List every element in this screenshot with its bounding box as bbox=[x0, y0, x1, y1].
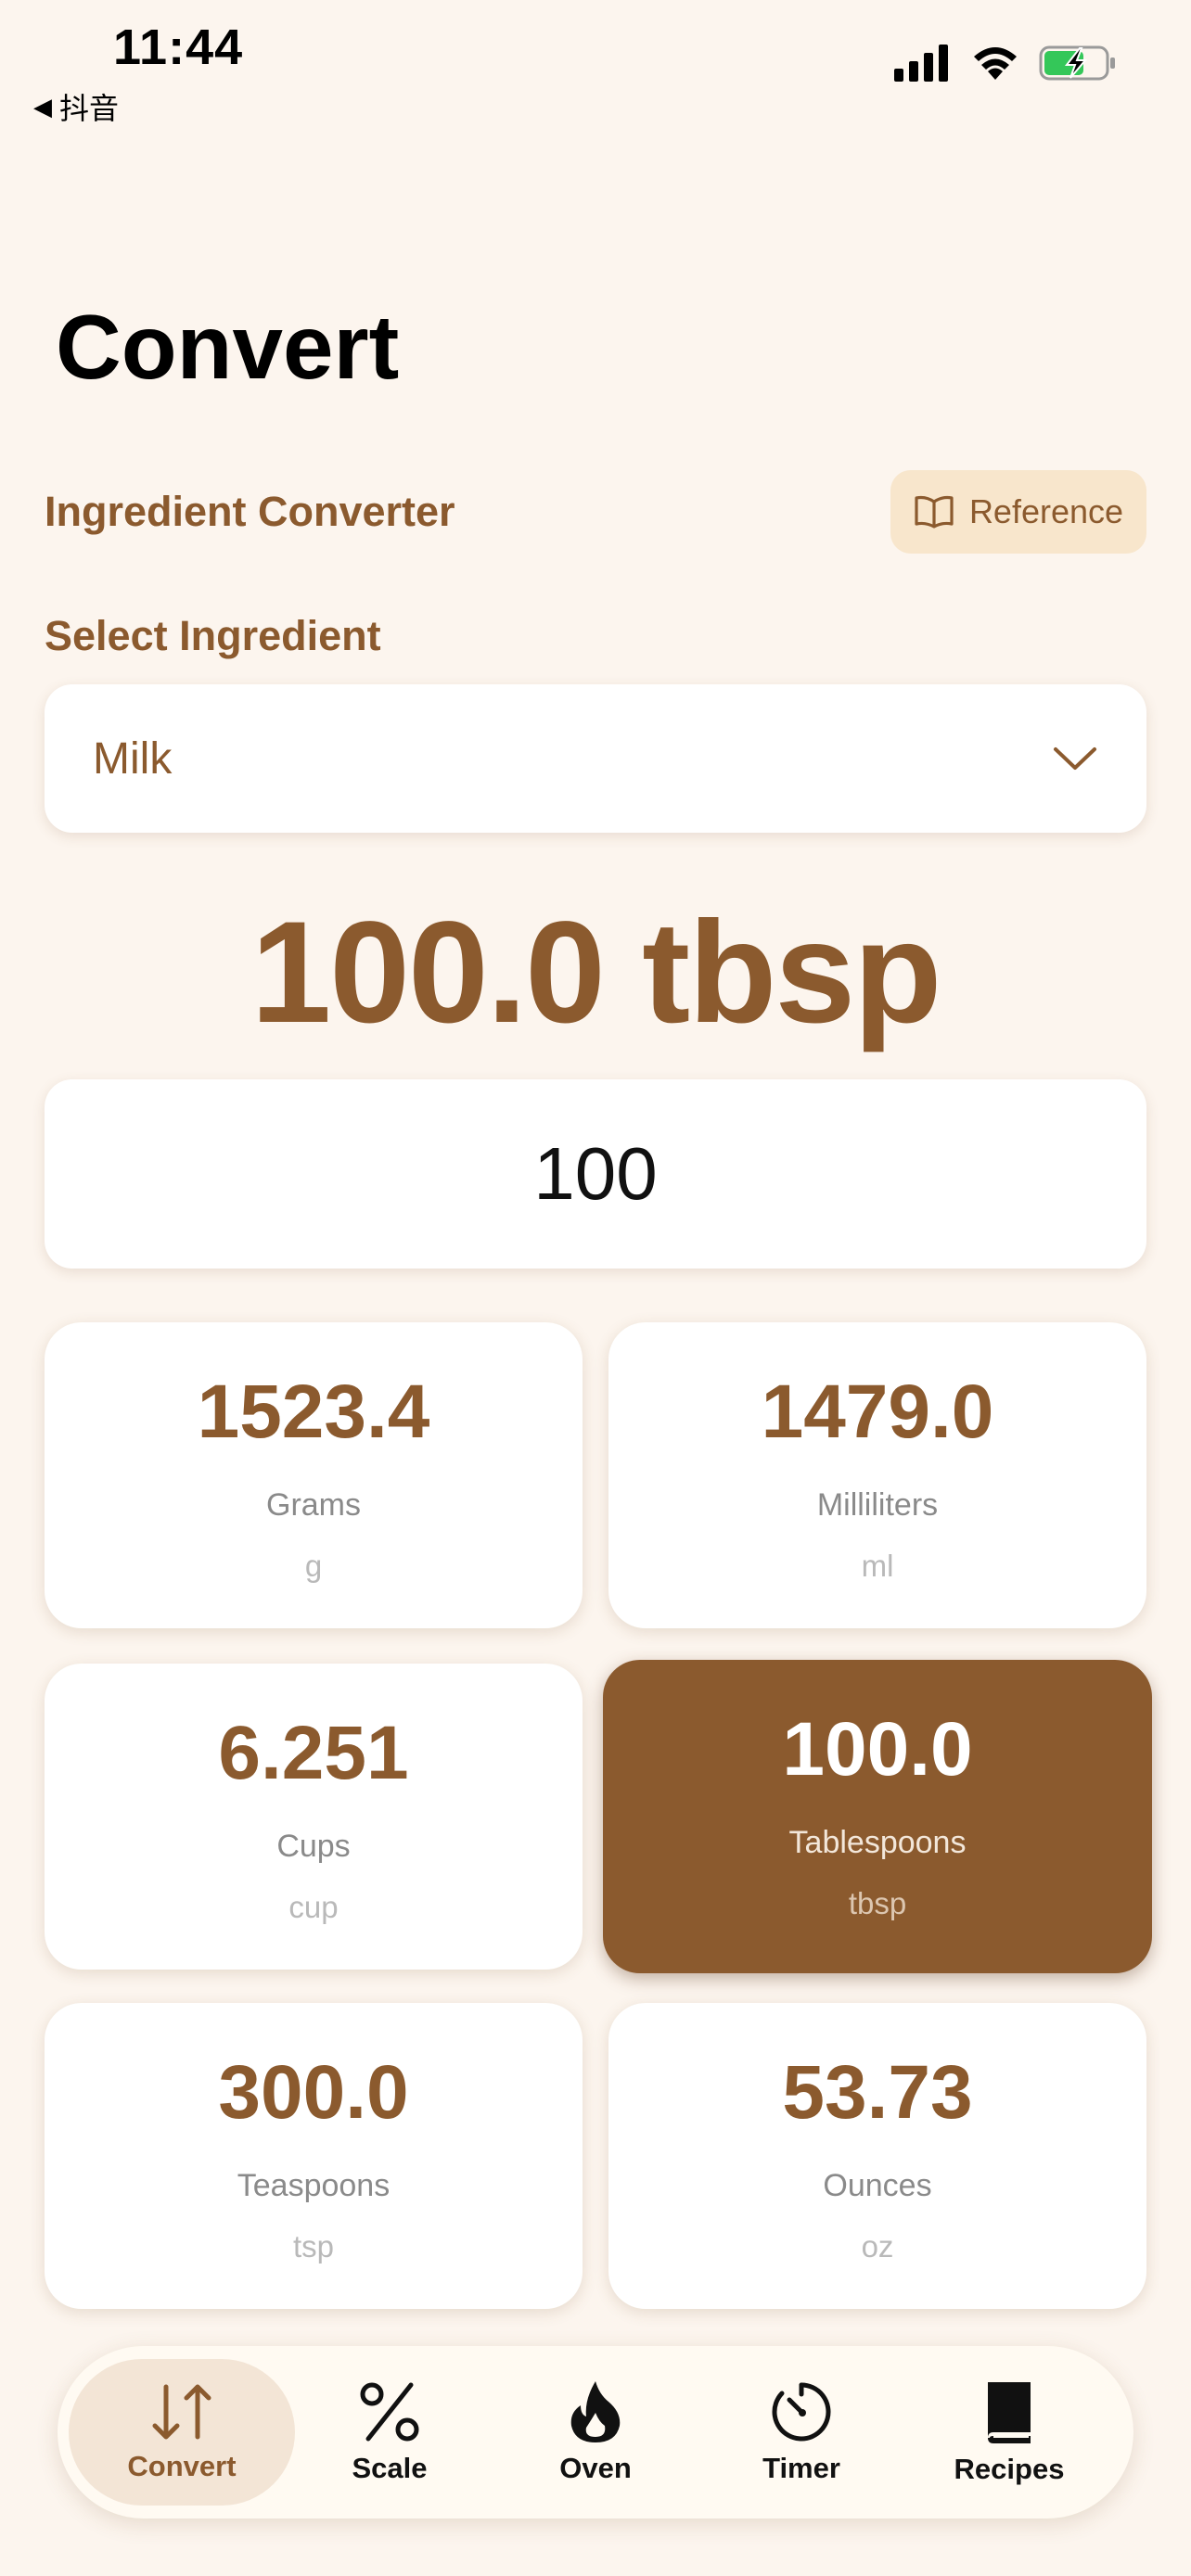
unit-card-milliliters[interactable]: 1479.0 Milliliters ml bbox=[608, 1322, 1146, 1628]
tab-label: Recipes bbox=[954, 2453, 1065, 2485]
unit-abbreviation: cup bbox=[288, 1890, 339, 1924]
amount-input[interactable]: 100 bbox=[45, 1079, 1146, 1269]
tab-label: Oven bbox=[559, 2452, 632, 2484]
unit-abbreviation: oz bbox=[861, 2229, 894, 2264]
unit-value: 100.0 bbox=[782, 1707, 973, 1792]
unit-value: 300.0 bbox=[218, 2050, 409, 2135]
status-bar: 11:44 ◀ 抖音 bbox=[0, 0, 1191, 130]
unit-card-ounces[interactable]: 53.73 Ounces oz bbox=[608, 2003, 1146, 2309]
status-time: 11:44 bbox=[113, 19, 244, 75]
timer-icon bbox=[772, 2382, 831, 2442]
unit-card-tablespoons[interactable]: 100.0 Tablespoons tbsp bbox=[603, 1660, 1152, 1973]
conversion-result: 100.0 tbsp bbox=[250, 892, 941, 1053]
tab-scale[interactable]: Scale bbox=[276, 2359, 503, 2506]
wifi-icon bbox=[974, 47, 1017, 80]
tab-oven[interactable]: Oven bbox=[482, 2359, 709, 2506]
back-to-app-link[interactable]: ◀ 抖音 bbox=[33, 85, 119, 128]
reference-button[interactable]: Reference bbox=[890, 470, 1146, 554]
ingredient-select[interactable]: Milk bbox=[45, 684, 1146, 833]
unit-name: Teaspoons bbox=[237, 2168, 391, 2203]
unit-value: 1523.4 bbox=[197, 1370, 430, 1454]
unit-card-cups[interactable]: 6.251 Cups cup bbox=[45, 1664, 583, 1970]
status-icons bbox=[894, 45, 1117, 82]
tab-timer[interactable]: Timer bbox=[688, 2359, 915, 2506]
unit-abbreviation: g bbox=[304, 1549, 323, 1583]
unit-name: Grams bbox=[266, 1487, 361, 1523]
chevron-down-icon bbox=[1054, 747, 1096, 770]
percent-icon bbox=[360, 2382, 419, 2442]
back-triangle-icon: ◀ bbox=[33, 92, 52, 121]
unit-card-grams[interactable]: 1523.4 Grams g bbox=[45, 1322, 583, 1628]
select-ingredient-label: Select Ingredient bbox=[45, 612, 381, 659]
unit-abbreviation: tsp bbox=[292, 2229, 335, 2264]
tab-label: Timer bbox=[762, 2452, 840, 2484]
tab-bar: Convert Scale Oven Timer Recipes bbox=[58, 2346, 1133, 2519]
unit-value: 53.73 bbox=[782, 2050, 973, 2135]
unit-name: Milliliters bbox=[816, 1487, 939, 1523]
back-app-label: 抖音 bbox=[59, 92, 120, 125]
reference-label: Reference bbox=[968, 492, 1124, 530]
ingredient-converter-label: Ingredient Converter bbox=[45, 488, 455, 535]
selected-ingredient: Milk bbox=[93, 733, 173, 784]
cellular-signal-icon bbox=[894, 45, 948, 82]
battery-charging-icon bbox=[1039, 45, 1115, 81]
unit-value: 6.251 bbox=[218, 1711, 409, 1795]
unit-value: 1479.0 bbox=[761, 1370, 994, 1454]
tab-label: Scale bbox=[352, 2452, 428, 2484]
unit-abbreviation: ml bbox=[861, 1549, 894, 1583]
open-book-icon bbox=[915, 495, 954, 529]
book-icon bbox=[988, 2382, 1031, 2443]
unit-abbreviation: tbsp bbox=[848, 1886, 907, 1920]
flame-icon bbox=[570, 2381, 621, 2442]
page-title: Convert bbox=[56, 296, 400, 398]
unit-name: Tablespoons bbox=[788, 1825, 967, 1860]
unit-card-teaspoons[interactable]: 300.0 Teaspoons tsp bbox=[45, 2003, 583, 2309]
tab-convert[interactable]: Convert bbox=[69, 2359, 295, 2506]
unit-name: Ounces bbox=[823, 2168, 932, 2203]
tab-label: Convert bbox=[127, 2450, 237, 2482]
tab-recipes[interactable]: Recipes bbox=[896, 2359, 1122, 2506]
unit-name: Cups bbox=[276, 1829, 351, 1864]
convert-arrows-icon bbox=[152, 2384, 211, 2440]
